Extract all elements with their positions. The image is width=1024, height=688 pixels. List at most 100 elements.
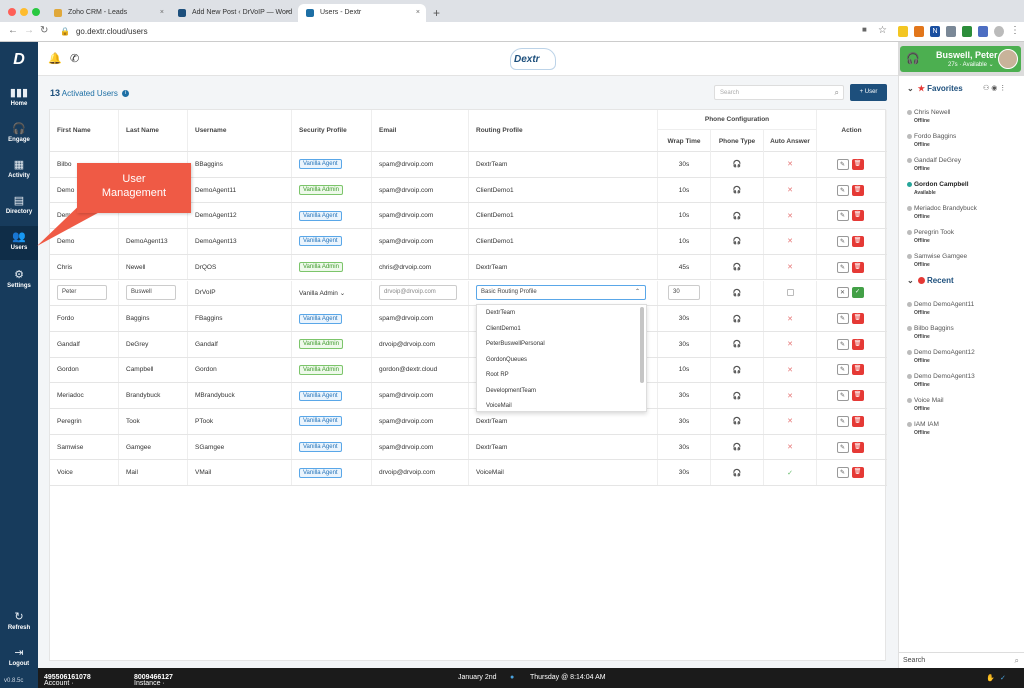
nav-activity[interactable]: ▦ Activity <box>0 154 38 188</box>
favorite-contact[interactable]: Chris Newell Offline <box>907 109 1017 129</box>
cancel-edit-button[interactable]: ✕ <box>836 287 849 299</box>
eye-icon[interactable]: ◉ <box>991 85 997 92</box>
auto-answer-checkbox[interactable] <box>786 289 794 297</box>
extension-icon[interactable] <box>962 26 972 37</box>
nav-refresh[interactable]: ↻ Refresh <box>0 606 38 640</box>
close-window-button[interactable] <box>8 8 16 16</box>
nav-settings[interactable]: ⚙ Settings <box>0 264 38 298</box>
nav-logout[interactable]: ⇥ Logout <box>0 642 38 676</box>
tab-close-icon[interactable]: × <box>286 4 290 22</box>
routing-profile-dropdown[interactable]: DextrTeam ClientDemo1 PeterBuswellPersonal… <box>476 304 647 412</box>
favorite-contact[interactable]: Samwise Gamgee Offline <box>907 253 1017 273</box>
email-input[interactable]: drvoip@drvoip.com <box>379 285 457 301</box>
nav-users[interactable]: 👥 Users <box>0 226 38 260</box>
dropdown-scrollbar[interactable] <box>640 307 644 383</box>
edit-button[interactable]: ✎ <box>836 415 849 427</box>
recent-contact[interactable]: Bilbo Baggins Offline <box>907 325 1017 345</box>
maximize-window-button[interactable] <box>32 8 40 16</box>
table-row: Gordon Campbell Gordon Vanilla Admin gordon@… <box>50 357 887 384</box>
save-edit-button[interactable]: ✓ <box>851 287 864 299</box>
recent-contact[interactable]: Demo DemoAgent12 Offline <box>907 349 1017 369</box>
nav-engage[interactable]: 🎧 Engage <box>0 118 38 152</box>
users-search-input[interactable]: Search ⌕ <box>714 85 844 100</box>
routing-option[interactable]: DevelopmentTeam <box>477 383 646 399</box>
edit-button[interactable]: ✎ <box>836 313 849 325</box>
delete-button[interactable]: 🗑 <box>851 467 864 479</box>
panel-search-input[interactable]: Search ⌕ <box>899 652 1024 668</box>
routing-profile-select[interactable]: Basic Routing Profile ⌃ <box>476 285 646 301</box>
edit-button[interactable]: ✎ <box>836 390 849 402</box>
new-tab-plus-icon[interactable]: + <box>433 4 440 22</box>
add-contact-icon[interactable]: ⚇ <box>983 85 989 92</box>
user-status-box[interactable]: 🎧 Buswell, Peter 27s · Available ⌄ <box>900 46 1021 72</box>
delete-button[interactable]: 🗑 <box>851 390 864 402</box>
edit-button[interactable]: ✎ <box>836 235 849 247</box>
tab-close-icon[interactable]: × <box>160 4 164 22</box>
bookmark-star-icon[interactable]: ☆ <box>878 25 887 36</box>
back-arrow-icon[interactable]: ← <box>8 25 18 36</box>
delete-button[interactable]: 🗑 <box>851 415 864 427</box>
extension-icon[interactable]: N <box>930 26 940 37</box>
wrap-time-input[interactable]: 30 <box>668 285 700 301</box>
edit-button[interactable]: ✎ <box>836 184 849 196</box>
edit-button[interactable]: ✎ <box>836 261 849 273</box>
routing-option[interactable]: Root RP <box>477 367 646 383</box>
last-name-input[interactable]: Buswell <box>126 285 176 301</box>
url-field[interactable]: 🔒 go.dextr.cloud/users <box>60 25 850 39</box>
first-name-input[interactable]: Peter <box>57 285 107 301</box>
kebab-menu-icon[interactable]: ⋮ <box>1010 25 1020 36</box>
recent-contact[interactable]: IAM IAM Offline <box>907 421 1017 441</box>
edit-button[interactable]: ✎ <box>836 210 849 222</box>
favorite-contact[interactable]: Meriadoc Brandybuck Offline <box>907 205 1017 225</box>
edit-button[interactable]: ✎ <box>836 467 849 479</box>
extension-icon[interactable] <box>978 26 988 37</box>
profile-avatar-icon[interactable] <box>994 26 1004 37</box>
bell-icon[interactable]: 🔔 <box>48 52 62 65</box>
routing-option[interactable]: ClientDemo1 <box>477 321 646 337</box>
favorites-header[interactable]: ⌄ ★ Favorites <box>907 84 963 93</box>
recent-contact[interactable]: Voice Mail Offline <box>907 397 1017 417</box>
routing-option[interactable]: VoiceMail <box>477 398 646 411</box>
phone-icon[interactable]: ✆ <box>70 52 79 65</box>
forward-arrow-icon[interactable]: → <box>24 25 34 36</box>
minimize-window-button[interactable] <box>20 8 28 16</box>
extension-icon[interactable] <box>946 26 956 37</box>
metamask-extension-icon[interactable] <box>914 26 924 37</box>
delete-button[interactable]: 🗑 <box>851 441 864 453</box>
tab-add-new-post[interactable]: Add New Post ‹ DrVoIP — Word × <box>170 4 296 22</box>
edit-button[interactable]: ✎ <box>836 338 849 350</box>
recent-contact[interactable]: Demo DemoAgent13 Offline <box>907 373 1017 393</box>
routing-option[interactable]: PeterBuswellPersonal <box>477 336 646 352</box>
favorite-contact[interactable]: Gandalf DeGrey Offline <box>907 157 1017 177</box>
kebab-menu-icon[interactable]: ⋮ <box>999 85 1006 92</box>
extension-icon[interactable] <box>898 26 908 37</box>
camera-icon[interactable]: ■ <box>862 25 867 34</box>
routing-option[interactable]: GordonQueues <box>477 352 646 368</box>
reload-icon[interactable]: ↻ <box>40 25 48 36</box>
edit-button[interactable]: ✎ <box>836 158 849 170</box>
tab-users-dextr[interactable]: Users - Dextr × <box>298 4 426 22</box>
security-profile-select[interactable]: Vanilla Admin ⌄ <box>299 289 345 297</box>
delete-button[interactable]: 🗑 <box>851 184 864 196</box>
recent-header[interactable]: ⌄ Recent <box>907 276 954 285</box>
routing-option[interactable]: DextrTeam <box>477 305 646 321</box>
tab-zoho-crm[interactable]: Zoho CRM - Leads × <box>46 4 170 22</box>
edit-button[interactable]: ✎ <box>836 364 849 376</box>
nav-home[interactable]: ▮▮▮ Home <box>0 82 38 116</box>
delete-button[interactable]: 🗑 <box>851 158 864 170</box>
delete-button[interactable]: 🗑 <box>851 364 864 376</box>
edit-button[interactable]: ✎ <box>836 441 849 453</box>
nav-directory[interactable]: ▤ Directory <box>0 190 38 224</box>
delete-button[interactable]: 🗑 <box>851 313 864 325</box>
delete-button[interactable]: 🗑 <box>851 261 864 273</box>
favorite-contact[interactable]: Fordo Baggins Offline <box>907 133 1017 153</box>
favorite-contact[interactable]: Peregrin Took Offline <box>907 229 1017 249</box>
recent-contact[interactable]: Demo DemoAgent11 Offline <box>907 301 1017 321</box>
delete-button[interactable]: 🗑 <box>851 210 864 222</box>
tab-close-icon[interactable]: × <box>416 4 420 22</box>
delete-button[interactable]: 🗑 <box>851 235 864 247</box>
favorite-contact[interactable]: Gordon Campbell Available <box>907 181 1017 201</box>
delete-button[interactable]: 🗑 <box>851 338 864 350</box>
add-user-button[interactable]: + User <box>850 84 887 101</box>
info-icon[interactable]: i <box>122 90 130 98</box>
